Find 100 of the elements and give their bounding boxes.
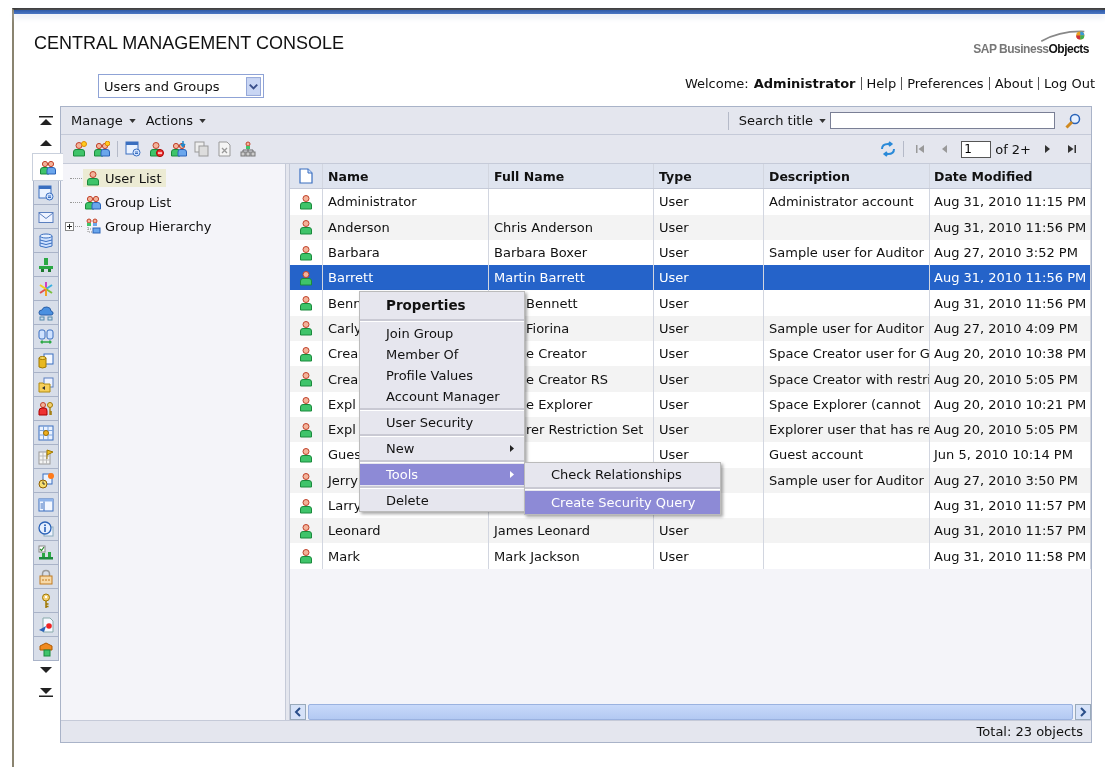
nav-tab[interactable] [33,421,59,445]
table-row[interactable]: Mark Mark Jackson User Aug 31, 2010 11:58 PM [290,543,1091,569]
page-field[interactable]: 1 [961,140,992,158]
menu-item[interactable]: Join Group [360,323,524,344]
column-header[interactable]: Description [764,164,930,189]
table-row[interactable]: Barrett Martin Barrett User Aug 31, 2010 11:56 PM [290,265,1091,291]
table-cell: User [659,346,689,362]
nav-tab[interactable] [33,229,59,253]
document-icon [298,168,314,185]
copy-icon[interactable] [194,141,210,157]
menu-button[interactable]: Manage [71,113,136,128]
column-header[interactable]: Full Name [489,164,654,189]
scroll-up-icon[interactable] [39,137,53,147]
cloud-network-icon [38,304,54,321]
menu-item[interactable]: Member Of [360,344,524,365]
header-link[interactable]: About [994,75,1034,91]
page-count: of 2+ [995,141,1031,157]
table-cell: User [659,447,689,463]
menu-button[interactable]: Actions [145,113,207,128]
tree-item[interactable]: Group List [83,193,176,211]
table-row[interactable]: Barbara Barbara Boxer User Sample user for Auditor Aug 27, 2010 3:52 PM [290,239,1091,266]
user-icon [298,421,314,438]
star-icon [38,280,54,297]
grid-flag-icon [38,448,54,465]
table-cell: Administrator [328,194,417,210]
refresh-icon[interactable] [880,141,897,157]
user-icon [298,548,314,565]
database-icon [38,232,54,249]
area-dropdown[interactable]: Users and Groups [98,74,264,98]
nav-tab[interactable] [33,589,59,613]
table-cell: rer Restriction Set [526,422,644,438]
scroll-right-icon[interactable] [1075,704,1091,720]
next-page-icon[interactable] [1042,144,1052,154]
table-cell: Jerry [328,472,358,488]
hierarchy-icon [85,218,101,234]
user-icon [298,219,314,236]
table-cell: Aug 20, 2010 10:21 PM [934,396,1087,412]
nav-tab[interactable] [33,349,59,373]
nav-tab[interactable] [33,493,59,517]
last-page-icon[interactable] [1067,144,1077,154]
table-cell: Administrator account [769,194,914,210]
nav-tab[interactable] [33,565,59,589]
nav-tab[interactable] [33,613,59,637]
nav-tab[interactable] [33,181,59,205]
properties-icon[interactable] [125,141,141,157]
column-header[interactable]: Type [654,164,764,189]
scroll-left-icon[interactable] [290,704,306,720]
header-link[interactable]: Preferences [907,75,984,91]
users-tab[interactable] [32,153,63,181]
table-row[interactable]: Anderson Chris Anderson User Aug 31, 2010 11:56 PM [290,214,1091,240]
table-row[interactable]: Leonard James Leonard User Aug 31, 2010 11:57 PM [290,518,1091,544]
nav-tab[interactable] [33,301,59,325]
delete-document-icon[interactable] [217,141,233,157]
menu-item[interactable]: Profile Values [360,365,524,386]
nav-tab[interactable] [33,445,59,469]
add-group-icon[interactable] [94,141,110,157]
nav-tab[interactable] [33,469,59,493]
table-row[interactable]: Administrator User Administrator account Aug 31, 2010 11:15 PM [290,189,1091,215]
nav-tab[interactable] [33,637,59,661]
nav-tab[interactable] [33,325,59,349]
caret-icon [128,118,136,123]
first-page-icon[interactable] [915,144,926,154]
table-cell: Aug 20, 2010 5:05 PM [934,422,1078,438]
scroll-top-icon[interactable] [39,116,53,126]
table-cell: Mark Jackson [494,548,580,564]
nav-tab[interactable] [33,541,59,565]
scroll-bottom-icon[interactable] [39,687,53,697]
nav-tab[interactable] [33,517,59,541]
import-users-icon[interactable] [171,141,187,157]
column-header[interactable]: Date Modified [930,164,1091,189]
remove-user-icon[interactable] [148,141,164,157]
logo: SAP BusinessObjects [973,42,1089,56]
nav-tab[interactable] [33,277,59,301]
nav-tab[interactable] [33,205,59,229]
scroll-down-icon[interactable] [39,666,53,676]
users-icon [40,159,56,175]
table-cell: Aug 20, 2010 10:38 PM [934,346,1087,362]
header-link[interactable]: Log Out [1044,75,1095,91]
table-cell: Aug 27, 2010 4:09 PM [934,320,1078,336]
search-field[interactable] [830,112,1055,129]
nav-tab[interactable] [33,397,59,421]
hierarchy-icon[interactable] [240,141,256,157]
menu-item[interactable]: Delete [360,490,524,511]
tree-item[interactable]: Group Hierarchy [83,217,216,235]
nav-tab[interactable] [33,373,59,397]
table-cell: Aug 31, 2010 11:57 PM [934,523,1087,539]
table-cell: Aug 27, 2010 3:50 PM [934,472,1078,488]
info-icon [38,520,54,537]
column-header[interactable]: Name [323,164,489,189]
caret-icon [819,118,826,123]
menu-item[interactable]: Properties [360,292,524,318]
table-cell: Larry [328,498,362,513]
search-scope-button[interactable]: Search title [738,113,826,128]
nav-tab[interactable] [33,253,59,277]
header-link[interactable]: Help [866,75,897,91]
expand-icon[interactable] [65,222,74,231]
search-icon[interactable] [1065,112,1081,129]
table-cell: Barbara [328,245,380,261]
tree-item[interactable]: User List [83,169,166,187]
add-user-icon[interactable] [71,141,87,157]
